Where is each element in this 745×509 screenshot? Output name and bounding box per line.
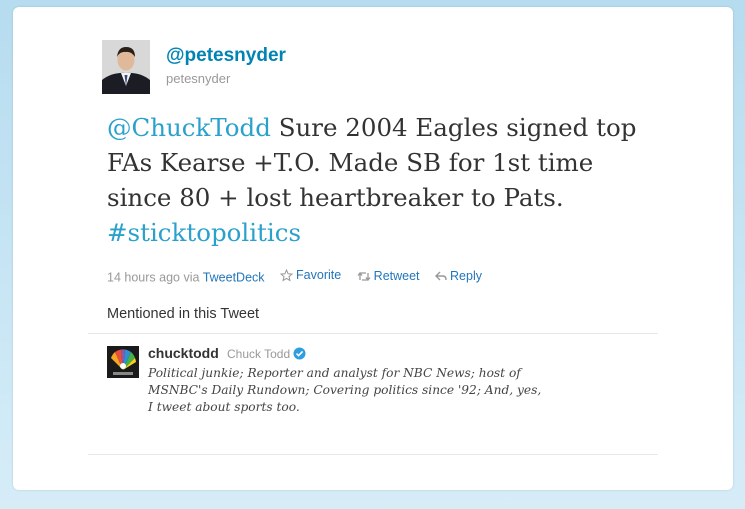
star-icon xyxy=(280,268,294,282)
mentioned-user-name: Chuck Todd xyxy=(227,347,291,361)
mentioned-bottom-divider xyxy=(88,454,658,455)
favorite-label[interactable]: Favorite xyxy=(296,268,341,282)
retweet-label[interactable]: Retweet xyxy=(374,269,420,283)
mentioned-user-avatar[interactable] xyxy=(107,346,139,378)
tweet-meta-bar: 14 hours ago via TweetDeck Favorite Retw… xyxy=(107,268,482,285)
tweet-text: @ChuckTodd Sure 2004 Eagles signed top F… xyxy=(107,110,652,250)
retweet-icon xyxy=(357,271,371,281)
mentioned-top-divider xyxy=(88,333,658,334)
mention-link[interactable]: @ChuckTodd xyxy=(107,113,271,142)
verified-badge-icon xyxy=(293,347,306,365)
author-handle-link[interactable]: @petesnyder xyxy=(166,45,286,67)
mentioned-section-title: Mentioned in this Tweet xyxy=(107,306,260,322)
author-username: petesnyder xyxy=(166,71,231,86)
hashtag-link[interactable]: #sticktopolitics xyxy=(107,218,301,247)
client-link[interactable]: TweetDeck xyxy=(203,271,265,285)
avatar-photo-icon xyxy=(102,40,150,94)
via-label: via xyxy=(183,270,200,285)
tweet-timestamp[interactable]: 14 hours ago xyxy=(107,271,180,285)
favorite-button[interactable]: Favorite xyxy=(280,268,341,282)
reply-label[interactable]: Reply xyxy=(450,269,482,283)
author-avatar[interactable] xyxy=(102,40,150,94)
reply-button[interactable]: Reply xyxy=(435,269,482,283)
retweet-button[interactable]: Retweet xyxy=(357,269,420,283)
mentioned-user-bio: Political junkie; Reporter and analyst f… xyxy=(148,366,542,414)
reply-arrow-icon xyxy=(435,271,447,280)
mentioned-user-handle[interactable]: chucktodd xyxy=(148,345,219,361)
nbc-peacock-icon xyxy=(107,346,139,378)
